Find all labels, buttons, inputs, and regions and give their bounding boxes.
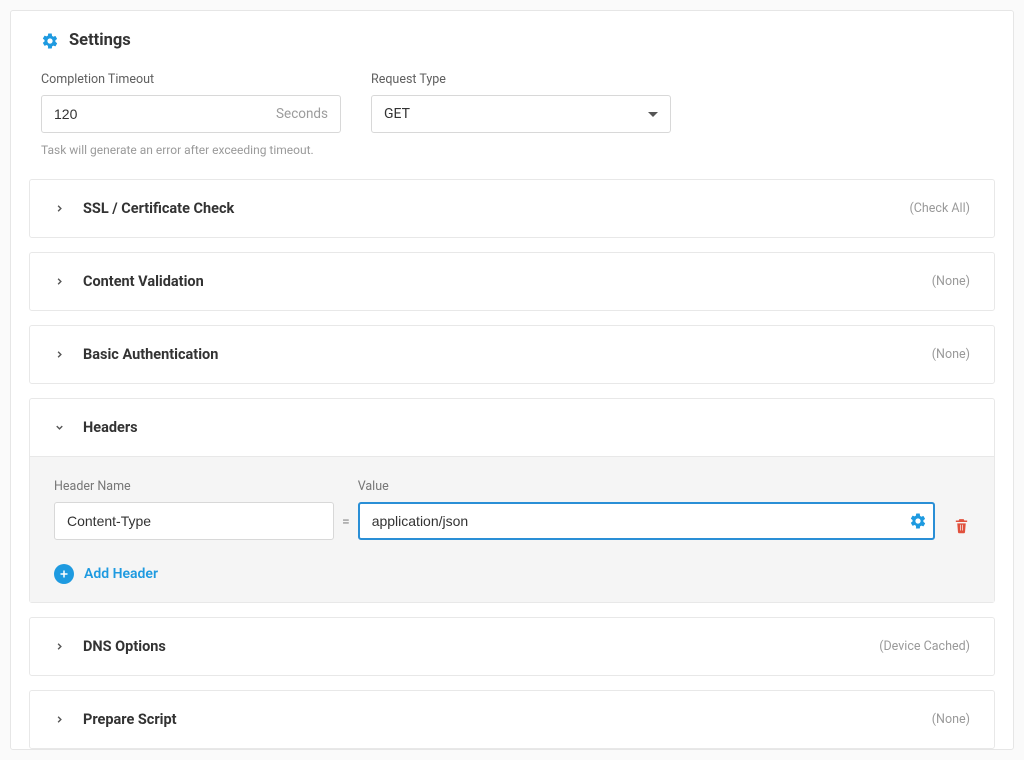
panel-ssl-title: SSL / Certificate Check (83, 200, 234, 217)
completion-timeout-input[interactable] (54, 106, 276, 122)
request-type-label: Request Type (371, 72, 671, 87)
equals-sign: = (342, 514, 350, 540)
request-type-select[interactable]: GET (371, 95, 671, 133)
caret-down-icon (648, 112, 658, 117)
completion-timeout-unit: Seconds (276, 106, 328, 122)
completion-timeout-label: Completion Timeout (41, 72, 341, 87)
panel-prepare-script-title: Prepare Script (83, 711, 177, 728)
gear-icon (41, 32, 59, 50)
chevron-right-icon (54, 641, 65, 652)
panel-ssl: SSL / Certificate Check (Check All) (29, 179, 995, 238)
panel-prepare-script: Prepare Script (None) (29, 690, 995, 749)
panel-ssl-header[interactable]: SSL / Certificate Check (Check All) (30, 180, 994, 237)
panel-prepare-script-header[interactable]: Prepare Script (None) (30, 691, 994, 748)
trash-icon[interactable] (943, 517, 970, 540)
chevron-right-icon (54, 276, 65, 287)
panel-basic-auth: Basic Authentication (None) (29, 325, 995, 384)
panel-content-validation-title: Content Validation (83, 273, 204, 290)
panel-basic-auth-header[interactable]: Basic Authentication (None) (30, 326, 994, 383)
panel-content-validation-header[interactable]: Content Validation (None) (30, 253, 994, 310)
panel-dns-status: (Device Cached) (879, 639, 970, 654)
panel-content-validation-status: (None) (932, 274, 970, 289)
chevron-down-icon (54, 422, 65, 433)
header-value-input[interactable] (358, 502, 935, 540)
add-header-label: Add Header (84, 566, 158, 582)
header-value-label: Value (358, 479, 935, 494)
panel-headers-header[interactable]: Headers (30, 399, 994, 456)
panel-basic-auth-status: (None) (932, 347, 970, 362)
panel-basic-auth-title: Basic Authentication (83, 346, 218, 363)
panel-ssl-status: (Check All) (910, 201, 971, 216)
request-type-value: GET (384, 106, 410, 122)
chevron-right-icon (54, 203, 65, 214)
settings-header: Settings (29, 31, 995, 50)
panel-content-validation: Content Validation (None) (29, 252, 995, 311)
panel-dns-title: DNS Options (83, 638, 166, 655)
panel-headers: Headers Header Name = Value (29, 398, 995, 603)
completion-timeout-input-wrap[interactable]: Seconds (41, 95, 341, 133)
header-name-label: Header Name (54, 479, 334, 494)
add-header-button[interactable]: Add Header (54, 564, 970, 584)
gear-icon[interactable] (909, 512, 927, 530)
page-title: Settings (69, 31, 131, 50)
header-name-input[interactable] (54, 502, 334, 540)
panel-prepare-script-status: (None) (932, 712, 970, 727)
completion-timeout-help: Task will generate an error after exceed… (41, 143, 341, 157)
panel-headers-title: Headers (83, 419, 138, 436)
chevron-right-icon (54, 349, 65, 360)
plus-icon (54, 564, 74, 584)
panel-dns-header[interactable]: DNS Options (Device Cached) (30, 618, 994, 675)
chevron-right-icon (54, 714, 65, 725)
panel-dns: DNS Options (Device Cached) (29, 617, 995, 676)
panel-headers-body: Header Name = Value (30, 456, 994, 602)
